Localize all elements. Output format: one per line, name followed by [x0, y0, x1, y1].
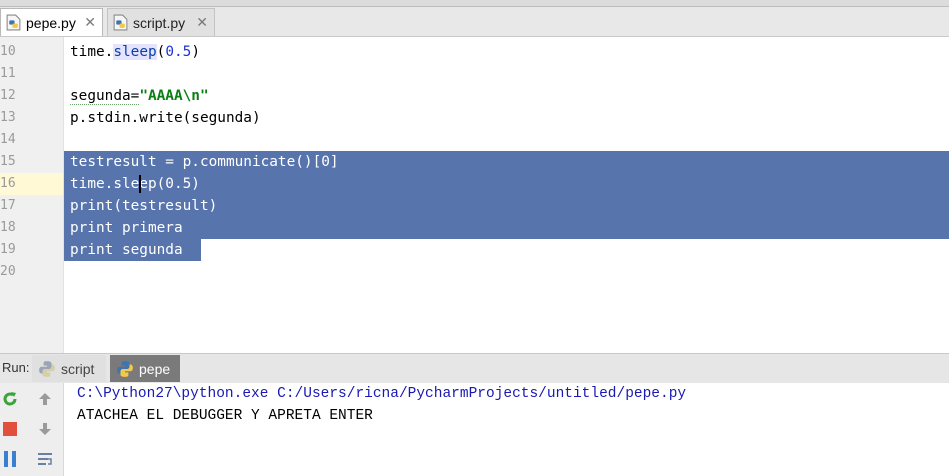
scroll-up-button[interactable] — [35, 389, 55, 409]
code-line: print segunda — [70, 242, 183, 258]
console-output-line: ATACHEA EL DEBUGGER Y APRETA ENTER — [77, 408, 373, 424]
python-file-icon — [117, 360, 133, 377]
line-number: 13 — [0, 110, 16, 125]
code-token-function: sleep — [113, 44, 157, 60]
code-editor[interactable]: 10 11 12 13 14 15 16 17 18 19 20 time.sl… — [0, 37, 949, 353]
rerun-icon — [3, 392, 17, 406]
code-line: print primera — [70, 220, 183, 236]
navigation-strip — [0, 0, 949, 7]
text-caret — [139, 175, 141, 193]
pause-icon — [4, 451, 16, 467]
console-toolbar — [0, 383, 64, 476]
run-tab-pepe[interactable]: pepe — [110, 355, 180, 382]
code-line: print(testresult) — [70, 198, 218, 214]
code-token: ) — [191, 44, 200, 60]
code-token: segunda= — [70, 88, 140, 105]
close-icon[interactable]: ✕ — [84, 14, 96, 31]
line-number: 15 — [0, 154, 16, 169]
line-number: 16 — [0, 176, 16, 191]
stop-icon — [3, 422, 17, 436]
stop-button[interactable] — [0, 419, 20, 439]
rerun-button[interactable] — [0, 389, 20, 409]
line-number: 14 — [0, 132, 16, 147]
code-line: segunda="AAAA\n" — [70, 85, 209, 107]
line-number: 17 — [0, 198, 16, 213]
line-number: 11 — [0, 66, 16, 81]
line-number: 18 — [0, 220, 16, 235]
console-command-line: C:\Python27\python.exe C:/Users/ricna/Py… — [77, 386, 687, 402]
code-token-number: 0.5 — [165, 44, 192, 60]
run-label: Run: — [2, 360, 30, 375]
run-tab-label: script — [61, 360, 95, 377]
line-number: 12 — [0, 88, 16, 103]
tab-label: script.py — [133, 14, 186, 31]
run-tool-window-header: Run: script pepe — [0, 353, 949, 384]
soft-wrap-icon — [38, 453, 52, 465]
soft-wrap-button[interactable] — [35, 449, 55, 469]
line-number: 10 — [0, 44, 16, 59]
code-token-string: "AAAA\n" — [139, 88, 209, 104]
scroll-down-button[interactable] — [35, 419, 55, 439]
tab-label: pepe.py — [26, 14, 76, 31]
run-tab-label: pepe — [139, 360, 171, 377]
line-number: 19 — [0, 242, 16, 257]
python-file-icon — [6, 14, 21, 31]
scroll-up-icon — [39, 393, 51, 405]
python-file-icon — [39, 360, 55, 377]
tab-script-py[interactable]: script.py ✕ — [107, 8, 215, 36]
code-line: time.sleep(0.5) — [70, 176, 200, 192]
selection-highlight — [64, 217, 949, 239]
code-line: testresult = p.communicate()[0] — [70, 154, 339, 170]
run-console[interactable]: C:\Python27\python.exe C:/Users/ricna/Py… — [0, 383, 949, 476]
pause-button[interactable] — [0, 449, 20, 469]
code-line: p.stdin.write(segunda) — [70, 110, 261, 126]
code-line: time.sleep(0.5) — [70, 41, 200, 63]
run-tab-script[interactable]: script — [32, 355, 106, 382]
scroll-down-icon — [39, 423, 51, 435]
editor-tab-bar: pepe.py ✕ script.py ✕ — [0, 0, 949, 37]
code-token: time. — [70, 44, 114, 60]
line-number: 20 — [0, 264, 16, 279]
tab-pepe-py[interactable]: pepe.py ✕ — [0, 8, 103, 36]
close-icon[interactable]: ✕ — [196, 14, 208, 31]
python-file-icon — [113, 14, 128, 31]
